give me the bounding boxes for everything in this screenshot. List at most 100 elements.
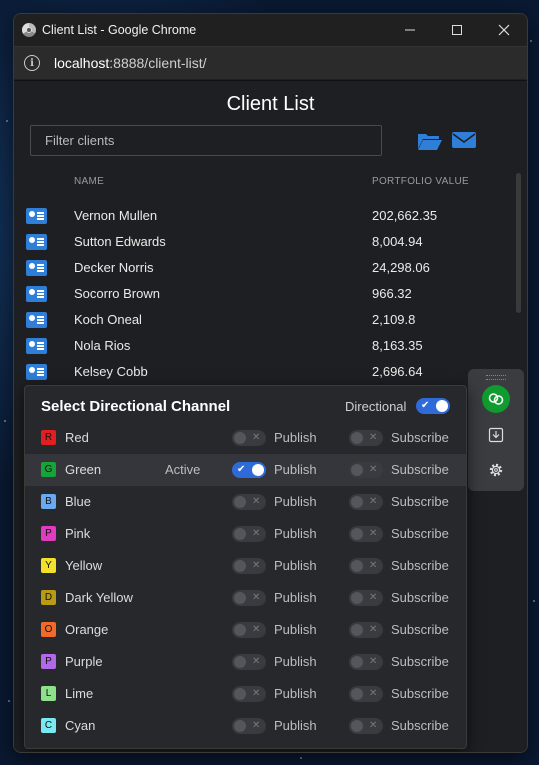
- publish-toggle[interactable]: ✕: [232, 494, 266, 510]
- channel-row[interactable]: L Lime ✕ Publish ✕ Subscribe: [25, 678, 466, 710]
- subscribe-toggle[interactable]: ✕: [349, 526, 383, 542]
- contact-card-icon[interactable]: [26, 208, 47, 224]
- window-title: Client List - Google Chrome: [42, 23, 197, 37]
- table-row[interactable]: Kelsey Cobb 2,696.64: [14, 359, 514, 385]
- address-bar[interactable]: i localhost:8888/client-list/: [14, 46, 527, 79]
- url-text[interactable]: localhost:8888/client-list/: [54, 55, 207, 71]
- contact-card-icon[interactable]: [26, 234, 47, 250]
- client-name: Vernon Mullen: [74, 208, 158, 223]
- client-name: Kelsey Cobb: [74, 364, 148, 379]
- channel-color-badge: Y: [41, 558, 56, 573]
- mail-icon[interactable]: [452, 131, 476, 149]
- page-title: Client List: [226, 93, 315, 115]
- maximize-button[interactable]: [434, 14, 480, 46]
- table-row[interactable]: Decker Norris 24,298.06: [14, 255, 514, 281]
- table-row[interactable]: Socorro Brown 966.32: [14, 281, 514, 307]
- channel-color-badge: L: [41, 686, 56, 701]
- x-icon: ✕: [369, 432, 378, 443]
- toggle-knob: [351, 688, 363, 700]
- subscribe-label: Subscribe: [391, 558, 449, 573]
- publish-toggle[interactable]: ✕: [232, 686, 266, 702]
- client-name: Nola Rios: [74, 338, 131, 353]
- subscribe-toggle[interactable]: ✕: [349, 558, 383, 574]
- channel-row[interactable]: Y Yellow ✕ Publish ✕ Subscribe: [25, 550, 466, 582]
- subscribe-toggle[interactable]: ✕: [349, 686, 383, 702]
- x-icon: ✕: [252, 592, 261, 603]
- subscribe-toggle[interactable]: ✕: [349, 430, 383, 446]
- contact-card-icon[interactable]: [26, 286, 47, 302]
- publish-toggle[interactable]: ✕: [232, 590, 266, 606]
- scrollbar[interactable]: [516, 173, 521, 313]
- x-icon: ✕: [369, 464, 378, 475]
- channel-name: Orange: [65, 622, 109, 637]
- download-icon[interactable]: [488, 427, 504, 443]
- browser-window: Client List - Google Chrome i localhost:…: [13, 13, 528, 753]
- subscribe-toggle[interactable]: ✕: [349, 462, 383, 478]
- publish-toggle[interactable]: ✕: [232, 654, 266, 670]
- publish-label: Publish: [274, 526, 317, 541]
- channel-row[interactable]: P Pink ✕ Publish ✕ Subscribe: [25, 518, 466, 550]
- table-row[interactable]: Sutton Edwards 8,004.94: [14, 229, 514, 255]
- subscribe-label: Subscribe: [391, 494, 449, 509]
- publish-toggle[interactable]: ✕: [232, 526, 266, 542]
- channel-name: Lime: [65, 686, 94, 701]
- publish-label: Publish: [274, 654, 317, 669]
- subscribe-toggle[interactable]: ✕: [349, 590, 383, 606]
- publish-toggle[interactable]: ✕: [232, 622, 266, 638]
- link-icon: [488, 393, 504, 405]
- channel-row[interactable]: D Dark Yellow ✕ Publish ✕ Subscribe: [25, 582, 466, 614]
- subscribe-label: Subscribe: [391, 622, 449, 637]
- channel-link-button[interactable]: [482, 385, 510, 413]
- contact-card-icon[interactable]: [26, 312, 47, 328]
- contact-card-icon[interactable]: [26, 260, 47, 276]
- table-row[interactable]: Koch Oneal 2,109.8: [14, 307, 514, 333]
- channel-row[interactable]: B Blue ✕ Publish ✕ Subscribe: [25, 486, 466, 518]
- x-icon: ✕: [369, 560, 378, 571]
- filter-input[interactable]: Filter clients: [30, 125, 382, 156]
- column-header-name[interactable]: NAME: [74, 176, 104, 187]
- drag-handle[interactable]: [486, 375, 506, 380]
- portfolio-value: 202,662.35: [372, 208, 438, 223]
- channel-row[interactable]: G Green Active ✔ Publish ✕ Subscribe: [25, 454, 466, 486]
- portfolio-value: 24,298.06: [372, 260, 430, 275]
- client-name: Socorro Brown: [74, 286, 160, 301]
- contact-card-icon[interactable]: [26, 364, 47, 380]
- minimize-button[interactable]: [387, 14, 433, 46]
- publish-toggle[interactable]: ✕: [232, 558, 266, 574]
- folder-open-icon[interactable]: [417, 131, 443, 151]
- subscribe-toggle[interactable]: ✕: [349, 622, 383, 638]
- publish-toggle[interactable]: ✔: [232, 462, 266, 478]
- subscribe-label: Subscribe: [391, 718, 449, 733]
- publish-toggle[interactable]: ✕: [232, 718, 266, 734]
- site-info-icon[interactable]: i: [24, 55, 40, 71]
- table-row[interactable]: Vernon Mullen 202,662.35: [14, 203, 514, 229]
- url-path: :8888/client-list/: [109, 55, 207, 71]
- x-icon: ✕: [369, 656, 378, 667]
- contact-card-icon[interactable]: [26, 338, 47, 354]
- channel-color-badge: C: [41, 718, 56, 733]
- publish-label: Publish: [274, 622, 317, 637]
- x-icon: ✕: [252, 656, 261, 667]
- toggle-knob: [234, 560, 246, 572]
- close-button[interactable]: [481, 14, 527, 46]
- subscribe-toggle[interactable]: ✕: [349, 718, 383, 734]
- channel-color-badge: O: [41, 622, 56, 637]
- channel-row[interactable]: O Orange ✕ Publish ✕ Subscribe: [25, 614, 466, 646]
- column-header-portfolio-value[interactable]: PORTFOLIO VALUE: [372, 176, 469, 187]
- url-host: localhost: [54, 55, 110, 71]
- channel-row[interactable]: C Cyan ✕ Publish ✕ Subscribe: [25, 710, 466, 742]
- directional-toggle[interactable]: ✔: [416, 398, 450, 414]
- publish-toggle[interactable]: ✕: [232, 430, 266, 446]
- portfolio-value: 8,004.94: [372, 234, 423, 249]
- channel-row[interactable]: R Red ✕ Publish ✕ Subscribe: [25, 422, 466, 454]
- channel-color-badge: B: [41, 494, 56, 509]
- table-row[interactable]: Nola Rios 8,163.35: [14, 333, 514, 359]
- subscribe-toggle[interactable]: ✕: [349, 654, 383, 670]
- filter-placeholder: Filter clients: [45, 133, 115, 148]
- channel-row[interactable]: P Purple ✕ Publish ✕ Subscribe: [25, 646, 466, 678]
- subscribe-label: Subscribe: [391, 462, 449, 477]
- subscribe-toggle[interactable]: ✕: [349, 494, 383, 510]
- toggle-knob: [351, 720, 363, 732]
- toggle-knob: [351, 592, 363, 604]
- settings-gear-icon[interactable]: [488, 462, 504, 478]
